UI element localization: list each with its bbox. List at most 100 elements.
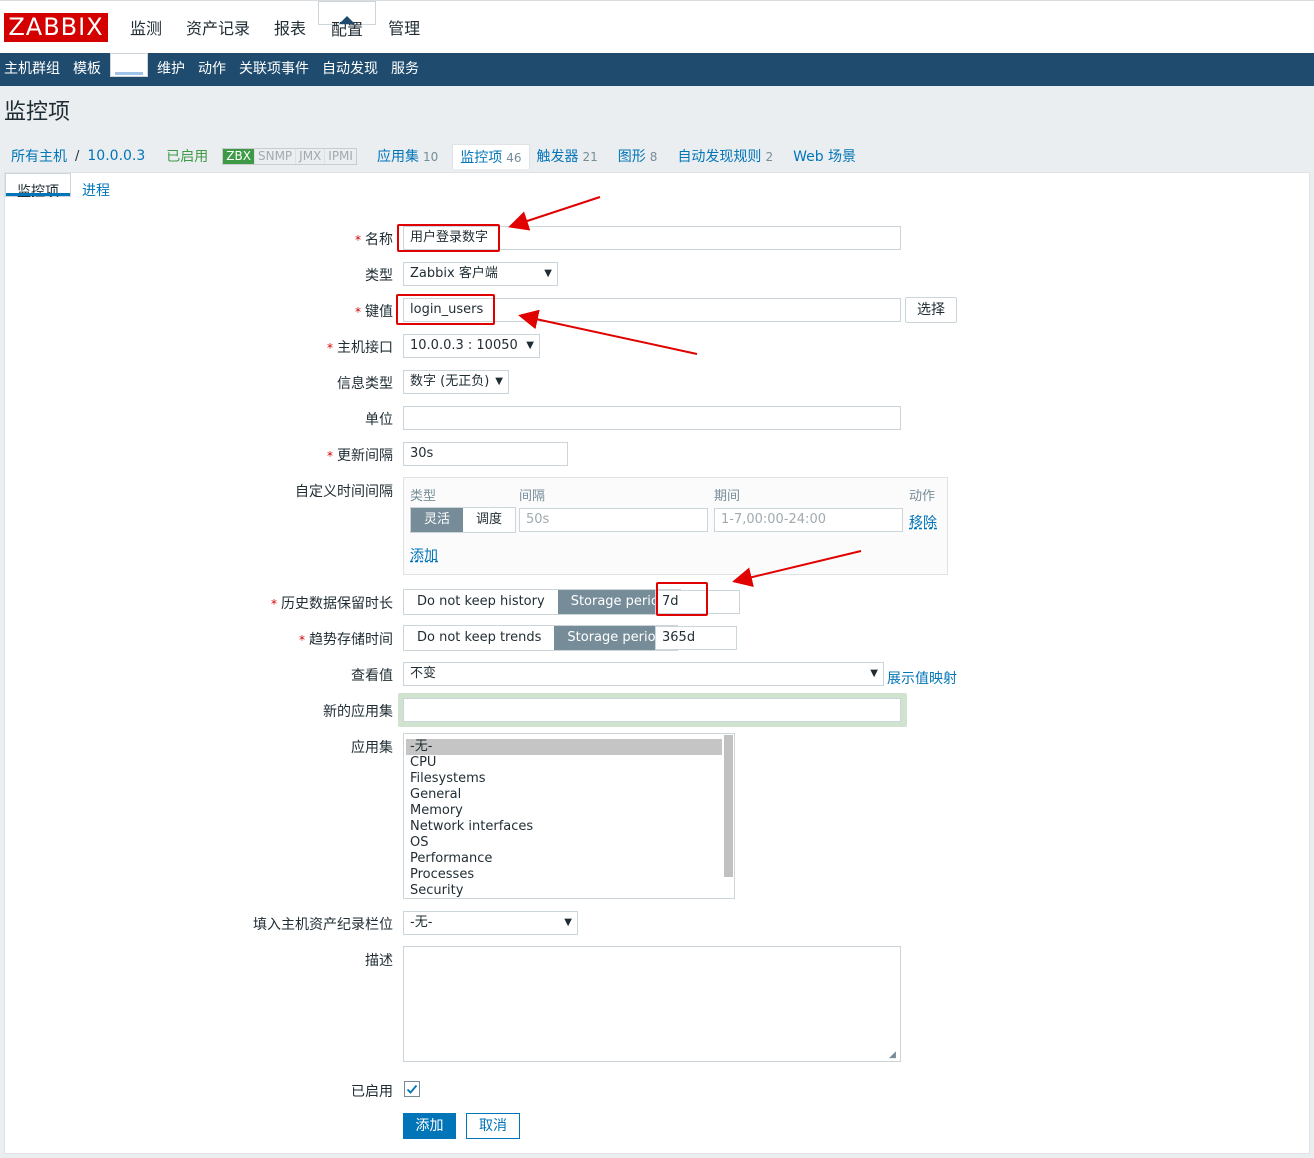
key-label: * 键值 — [355, 304, 393, 320]
new-app-input[interactable] — [403, 698, 901, 722]
custom-period-input[interactable]: 1-7,00:00-24:00 — [714, 508, 903, 532]
submenu-templates[interactable]: 模板 — [69, 53, 105, 86]
app-option[interactable]: Performance — [404, 851, 734, 867]
discovery-rules-label: 自动发现规则 — [677, 149, 762, 165]
show-valuemap-link[interactable]: 展示值映射 — [887, 668, 957, 688]
host-navigation: 所有主机 / 10.0.0.3 已启用 ZBX SNMP JMX IPMI 应用… — [0, 140, 1310, 172]
app-option[interactable]: General — [404, 787, 734, 803]
ipmi-badge: IPMI — [324, 148, 356, 164]
top-bar: ZABBIX 监测 资产记录 报表 配置 管理 — [0, 0, 1314, 53]
app-option[interactable]: Filesystems — [404, 771, 734, 787]
menu-administration[interactable]: 管理 — [376, 1, 432, 54]
inventory-select[interactable]: -无- ▼ — [403, 911, 578, 935]
units-label: 单位 — [365, 412, 393, 428]
tab-preprocessing[interactable]: 进程 — [71, 173, 121, 209]
mode-scheduling[interactable]: 调度 — [463, 508, 516, 532]
app-option[interactable]: Security — [404, 883, 734, 898]
submenu-hosts[interactable]: 主机 — [110, 53, 148, 78]
app-option[interactable]: -无- — [406, 739, 722, 755]
interval-label-text: 更新间隔 — [337, 448, 393, 464]
submenu-discovery[interactable]: 自动发现 — [318, 53, 382, 86]
header-interval: 间隔 — [519, 489, 546, 504]
host-link[interactable]: 10.0.0.3 — [87, 148, 145, 164]
history-label: * 历史数据保留时长 — [271, 596, 393, 612]
all-hosts-link[interactable]: 所有主机 — [11, 146, 67, 166]
interface-value: 10.0.0.3 : 10050 — [410, 338, 518, 353]
triggers-link[interactable]: 触发器 21 — [537, 146, 598, 166]
interval-mode-toggle: 灵活 调度 — [410, 507, 517, 533]
info-type-select[interactable]: 数字 (无正负) ▼ — [403, 370, 509, 394]
name-label-text: 名称 — [365, 232, 393, 248]
resize-handle-icon[interactable]: ◢ — [889, 1050, 896, 1060]
chevron-down-icon: ▼ — [870, 668, 878, 679]
triggers-count: 21 — [582, 150, 598, 164]
submit-add-button[interactable]: 添加 — [403, 1113, 456, 1139]
inventory-value: -无- — [410, 915, 433, 930]
submenu-services[interactable]: 服务 — [387, 53, 423, 86]
add-interval-link[interactable]: 添加 — [410, 545, 438, 565]
type-select[interactable]: Zabbix 客户端 ▼ — [403, 262, 558, 286]
history-label-text: 历史数据保留时长 — [281, 596, 393, 612]
app-option[interactable]: CPU — [404, 755, 734, 771]
chevron-down-icon: ▼ — [495, 376, 503, 387]
menu-configuration[interactable]: 配置 — [318, 1, 377, 39]
items-link[interactable]: 监控项 46 — [452, 143, 530, 169]
apps-options: -无- CPU Filesystems General Memory Netwo… — [404, 734, 734, 898]
discovery-rules-count: 2 — [765, 150, 774, 164]
type-label: 类型 — [365, 268, 393, 284]
graphs-label: 图形 — [617, 149, 646, 165]
interface-label-text: 主机接口 — [337, 340, 393, 356]
app-option[interactable]: OS — [404, 835, 734, 851]
apps-label: 应用集 — [351, 740, 393, 756]
select-key-button[interactable]: 选择 — [905, 297, 957, 323]
checkmark-icon — [406, 1084, 418, 1094]
items-count: 46 — [506, 150, 522, 165]
description-textarea[interactable] — [403, 946, 901, 1062]
valuemap-select[interactable]: 不变 ▼ — [403, 662, 884, 686]
zabbix-logo[interactable]: ZABBIX — [4, 13, 108, 42]
sub-menu: 主机群组 模板 主机 维护 动作 关联项事件 自动发现 服务 — [0, 53, 428, 86]
applications-link[interactable]: 应用集 10 — [377, 146, 438, 166]
menu-inventory[interactable]: 资产记录 — [174, 1, 262, 54]
annotation-box-name — [397, 224, 500, 252]
host-status[interactable]: 已启用 — [166, 146, 208, 166]
submenu-maintenance[interactable]: 维护 — [153, 53, 189, 86]
interface-select[interactable]: 10.0.0.3 : 10050 ▼ — [403, 334, 540, 358]
trends-input[interactable]: 365d — [655, 626, 737, 650]
menu-reports[interactable]: 报表 — [262, 1, 318, 54]
remove-link[interactable]: 移除 — [909, 512, 937, 532]
app-option[interactable]: Processes — [404, 867, 734, 883]
history-no-keep[interactable]: Do not keep history — [404, 590, 558, 614]
header-type: 类型 — [410, 489, 437, 504]
custom-interval-input[interactable]: 50s — [519, 508, 708, 532]
apps-scrollbar[interactable] — [724, 735, 733, 877]
app-option[interactable]: Memory — [404, 803, 734, 819]
apps-listbox[interactable]: -无- CPU Filesystems General Memory Netwo… — [403, 733, 735, 899]
submenu-actions[interactable]: 动作 — [194, 53, 230, 86]
trends-no-keep[interactable]: Do not keep trends — [404, 626, 555, 650]
web-scenarios-link[interactable]: Web 场景 — [793, 146, 856, 166]
availability-badges: ZBX SNMP JMX IPMI — [222, 147, 357, 165]
units-input[interactable] — [403, 406, 901, 430]
discovery-rules-link[interactable]: 自动发现规则 2 — [677, 146, 773, 166]
graphs-link[interactable]: 图形 8 — [618, 146, 658, 166]
submenu-host-groups[interactable]: 主机群组 — [0, 53, 64, 86]
menu-monitoring[interactable]: 监测 — [118, 1, 174, 54]
info-type-value: 数字 (无正负) — [410, 374, 490, 389]
chevron-down-icon: ▼ — [526, 340, 534, 351]
annotation-box-key — [396, 294, 495, 325]
mode-flexible[interactable]: 灵活 — [411, 508, 464, 532]
enabled-label: 已启用 — [351, 1084, 393, 1100]
name-label: * 名称 — [355, 232, 393, 248]
enabled-checkbox[interactable] — [404, 1081, 420, 1097]
valuemap-value: 不变 — [410, 666, 437, 681]
trends-mode-toggle: Do not keep trends Storage period — [403, 625, 678, 651]
interval-input[interactable]: 30s — [403, 442, 568, 466]
tab-item[interactable]: 监控项 — [5, 173, 71, 200]
breadcrumb-separator: / — [75, 148, 80, 164]
graphs-count: 8 — [649, 150, 658, 164]
zbx-badge: ZBX — [223, 148, 254, 164]
submenu-correlation[interactable]: 关联项事件 — [235, 53, 313, 86]
cancel-button[interactable]: 取消 — [466, 1113, 520, 1139]
app-option[interactable]: Network interfaces — [404, 819, 734, 835]
